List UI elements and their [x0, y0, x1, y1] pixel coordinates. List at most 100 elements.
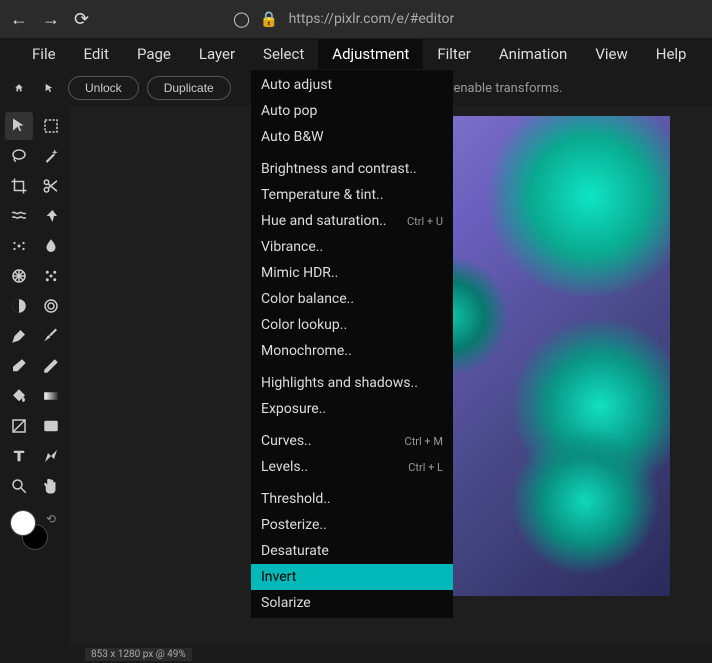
menu-animation[interactable]: Animation [485, 39, 581, 69]
menu-item-label: Threshold.. [261, 491, 331, 507]
menu-item-threshold[interactable]: Threshold.. [251, 486, 453, 512]
menu-help[interactable]: Help [642, 39, 701, 69]
adjust-tool[interactable] [37, 262, 65, 290]
blur-tool[interactable] [37, 232, 65, 260]
heal-tool[interactable] [5, 232, 33, 260]
menu-item-label: Posterize.. [261, 517, 327, 533]
menu-item-label: Invert [261, 569, 296, 585]
disperse-tool[interactable] [5, 262, 33, 290]
back-icon[interactable]: ← [10, 9, 28, 30]
menu-item-levels[interactable]: Levels..Ctrl + L [251, 454, 453, 480]
menu-item-exposure[interactable]: Exposure.. [251, 396, 453, 422]
menu-view[interactable]: View [581, 39, 641, 69]
menu-item-desaturate[interactable]: Desaturate [251, 538, 453, 564]
menu-item-auto-adjust[interactable]: Auto adjust [251, 72, 453, 98]
tool-row [4, 232, 66, 260]
menu-item-label: Mimic HDR.. [261, 265, 338, 281]
hand-tool[interactable] [37, 472, 65, 500]
menu-item-brightness-and-contrast[interactable]: Brightness and contrast.. [251, 156, 453, 182]
menu-item-vibrance[interactable]: Vibrance.. [251, 234, 453, 260]
status-bar: 853 x 1280 px @ 49% [0, 645, 712, 663]
tool-palette: ⟲ [0, 106, 70, 645]
menu-item-mimic-hdr[interactable]: Mimic HDR.. [251, 260, 453, 286]
liquify-tool[interactable] [5, 202, 33, 230]
fill-tool[interactable] [5, 382, 33, 410]
menu-item-invert[interactable]: Invert [251, 564, 453, 590]
tool-row [4, 412, 66, 440]
tool-row [4, 202, 66, 230]
menu-edit[interactable]: Edit [70, 39, 123, 69]
menu-item-shortcut: Ctrl + M [405, 435, 443, 448]
frame-tool[interactable] [37, 412, 65, 440]
menu-page[interactable]: Page [123, 39, 185, 69]
menu-item-label: Curves.. [261, 433, 311, 449]
crop-tool[interactable] [5, 172, 33, 200]
tool-row [4, 472, 66, 500]
draw-tool[interactable] [37, 442, 65, 470]
duplicate-button[interactable]: Duplicate [147, 76, 231, 100]
url-bar[interactable]: ◯ 🔒 https://pixlr.com/e/#editor [233, 10, 454, 28]
menu-item-label: Exposure.. [261, 401, 326, 417]
cut-tool[interactable] [37, 172, 65, 200]
home-icon[interactable] [8, 77, 30, 99]
menu-item-label: Brightness and contrast.. [261, 161, 417, 177]
menu-filter[interactable]: Filter [423, 39, 485, 69]
tool-row [4, 352, 66, 380]
menu-item-label: Auto pop [261, 103, 317, 119]
menu-item-highlights-and-shadows[interactable]: Highlights and shadows.. [251, 370, 453, 396]
tool-row [4, 112, 66, 140]
shape-tool[interactable] [5, 412, 33, 440]
tool-row [4, 442, 66, 470]
menu-item-color-balance[interactable]: Color balance.. [251, 286, 453, 312]
zoom-tool[interactable] [5, 472, 33, 500]
menu-item-solarize[interactable]: Solarize [251, 590, 453, 616]
menu-item-shortcut: Ctrl + U [407, 215, 443, 228]
tool-row [4, 142, 66, 170]
pen-tool[interactable] [5, 322, 33, 350]
adjustment-menu: Auto adjust Auto pop Auto B&W Brightness an… [251, 70, 453, 618]
menu-item-curves[interactable]: Curves.. Ctrl + M [251, 428, 453, 454]
menu-item-label: Levels.. [261, 459, 308, 475]
tool-row [4, 262, 66, 290]
menu-item-label: Color lookup.. [261, 317, 347, 333]
tool-row [4, 172, 66, 200]
menu-item-label: Highlights and shadows.. [261, 375, 418, 391]
pencil-tool[interactable] [37, 352, 65, 380]
menu-item-auto-b-w[interactable]: Auto B&W [251, 124, 453, 150]
menu-item-label: Monochrome.. [261, 343, 352, 359]
cursor-icon[interactable] [38, 77, 60, 99]
menu-item-auto-pop[interactable]: Auto pop [251, 98, 453, 124]
wand-tool[interactable] [37, 142, 65, 170]
menu-adjustment[interactable]: Adjustment [318, 39, 423, 69]
menu-item-temperature-tint[interactable]: Temperature & tint.. [251, 182, 453, 208]
eraser-tool[interactable] [5, 352, 33, 380]
arrow-tool[interactable] [5, 112, 33, 140]
reload-icon[interactable]: ⟳ [74, 9, 89, 30]
sponge-tool[interactable] [37, 292, 65, 320]
menu-file[interactable]: File [18, 39, 70, 69]
menu-select[interactable]: Select [249, 39, 318, 69]
menu-item-hue-and-saturation[interactable]: Hue and saturation.. Ctrl + U [251, 208, 453, 234]
dodge-tool[interactable] [5, 292, 33, 320]
menu-item-label: Hue and saturation.. [261, 213, 387, 229]
brush-tool[interactable] [37, 322, 65, 350]
menu-item-posterize[interactable]: Posterize.. [251, 512, 453, 538]
foreground-color[interactable] [10, 510, 36, 536]
menu-layer[interactable]: Layer [185, 39, 249, 69]
url-text: https://pixlr.com/e/#editor [289, 11, 455, 27]
swap-colors-icon[interactable]: ⟲ [46, 512, 56, 526]
canvas-dimensions: 853 x 1280 px @ 49% [85, 648, 192, 661]
marquee-tool[interactable] [37, 112, 65, 140]
clone-tool[interactable] [37, 202, 65, 230]
forward-icon[interactable]: → [42, 9, 60, 30]
tool-row [4, 322, 66, 350]
unlock-button[interactable]: Unlock [68, 76, 139, 100]
menu-item-label: Solarize [261, 595, 311, 611]
menu-item-color-lookup[interactable]: Color lookup.. [251, 312, 453, 338]
menu-item-label: Vibrance.. [261, 239, 323, 255]
gradient-tool[interactable] [37, 382, 65, 410]
text-tool[interactable] [5, 442, 33, 470]
menu-item-label: Auto B&W [261, 129, 324, 145]
menu-item-monochrome[interactable]: Monochrome.. [251, 338, 453, 364]
lasso-tool[interactable] [5, 142, 33, 170]
